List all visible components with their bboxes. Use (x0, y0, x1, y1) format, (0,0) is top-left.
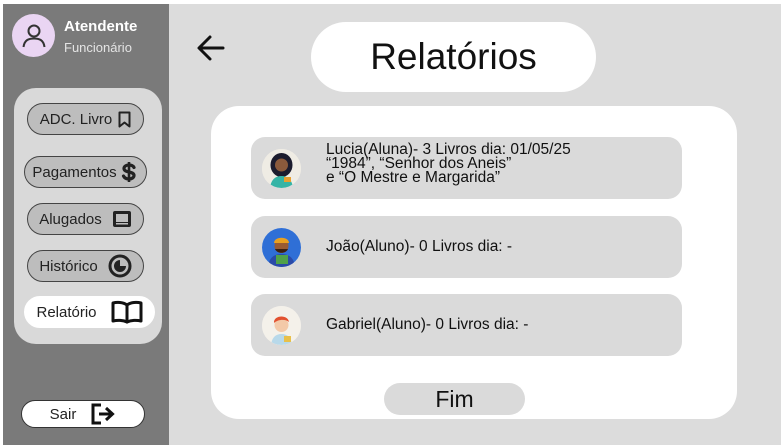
bookmark-icon (118, 111, 131, 128)
logout-label: Sair (49, 405, 77, 423)
report-entry-text: Lucia(Aluna)- 3 Livros dia: 01/05/25 “19… (326, 141, 571, 186)
menu-item-label: Histórico (39, 257, 98, 275)
clock-icon (108, 254, 132, 278)
user-name: Atendente (64, 18, 138, 35)
logout-button[interactable]: Sair (21, 400, 145, 428)
main-content: Relatórios Lucia(Aluna)- 3 Livros dia: 0… (169, 4, 781, 445)
report-entry-text: João(Aluno)- 0 Livros dia: - (326, 238, 513, 255)
laptop-icon (112, 210, 132, 228)
dollar-icon (119, 161, 139, 183)
user-role: Funcionário (64, 40, 132, 55)
report-entry[interactable]: João(Aluno)- 0 Livros dia: - (251, 216, 682, 278)
report-entry[interactable]: Lucia(Aluna)- 3 Livros dia: 01/05/25 “19… (251, 137, 682, 199)
menu-item-label: Relatório (36, 303, 97, 321)
open-book-icon (111, 300, 143, 324)
report-card: Lucia(Aluna)- 3 Livros dia: 01/05/25 “19… (211, 106, 737, 419)
report-entry[interactable]: Gabriel(Aluno)- 0 Livros dia: - (251, 294, 682, 356)
exit-icon (90, 403, 116, 425)
report-entry-text: Gabriel(Aluno)- 0 Livros dia: - (326, 316, 529, 333)
woman-avatar (262, 149, 301, 188)
man-beanie-avatar (262, 228, 301, 267)
menu-item-label: ADC. Livro (39, 110, 113, 128)
menu-item-relatorio[interactable]: Relatório (24, 296, 155, 328)
menu-item-pagamentos[interactable]: Pagamentos (24, 156, 147, 188)
menu-item-alugados[interactable]: Alugados (27, 203, 144, 235)
menu-item-label: Alugados (39, 210, 102, 228)
page-title: Relatórios (311, 22, 596, 92)
menu-item-label: Pagamentos (32, 163, 117, 181)
user-icon (12, 14, 55, 57)
boy-redhair-avatar (262, 306, 301, 345)
user-profile: Atendente Funcionário (12, 14, 137, 57)
finish-button[interactable]: Fim (384, 383, 525, 415)
menu-item-adc-livro[interactable]: ADC. Livro (27, 103, 144, 135)
sidebar: Atendente Funcionário ADC. Livro Pagamen… (3, 4, 169, 445)
menu-panel: ADC. Livro Pagamentos Alugados Histórico… (14, 88, 162, 344)
arrow-left-icon[interactable] (195, 32, 227, 69)
menu-item-historico[interactable]: Histórico (27, 250, 144, 282)
